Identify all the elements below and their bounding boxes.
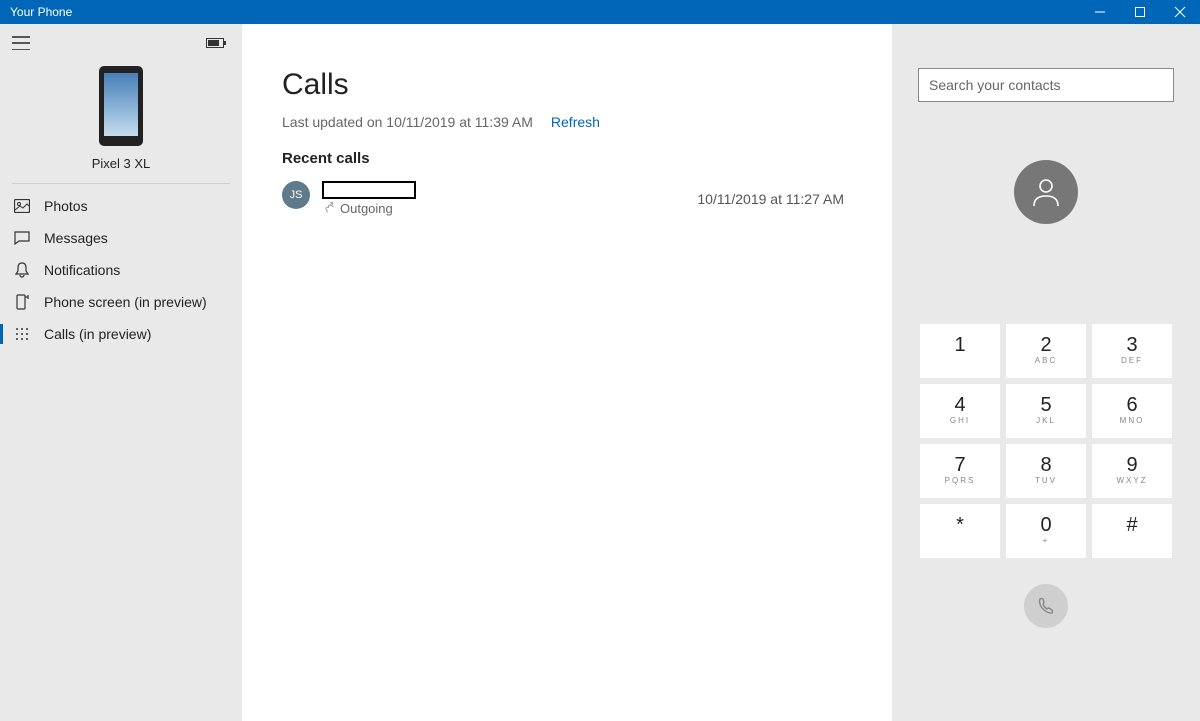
key-5[interactable]: 5JKL — [1006, 384, 1086, 438]
sidebar-item-messages[interactable]: Messages — [0, 222, 242, 254]
key-3[interactable]: 3DEF — [1092, 324, 1172, 378]
caller-avatar: JS — [282, 181, 310, 209]
contact-placeholder-avatar — [1014, 160, 1078, 224]
key-8[interactable]: 8TUV — [1006, 444, 1086, 498]
sidebar-item-phone-screen[interactable]: Phone screen (in preview) — [0, 286, 242, 318]
bell-icon — [14, 262, 30, 278]
sidebar-top — [0, 32, 242, 54]
sidebar-item-label: Calls (in preview) — [44, 326, 151, 342]
minimize-button[interactable] — [1080, 0, 1120, 24]
call-direction-label: Outgoing — [340, 201, 393, 216]
phone-icon — [1036, 596, 1056, 616]
key-6[interactable]: 6MNO — [1092, 384, 1172, 438]
maximize-button[interactable] — [1120, 0, 1160, 24]
phone-screen-icon — [14, 294, 30, 310]
device-name: Pixel 3 XL — [92, 156, 151, 171]
key-7[interactable]: 7PQRS — [920, 444, 1000, 498]
sidebar-item-calls[interactable]: Calls (in preview) — [0, 318, 242, 350]
key-star[interactable]: * — [920, 504, 1000, 558]
dial-button[interactable] — [1024, 584, 1068, 628]
battery-icon — [206, 38, 226, 48]
contacts-search-input[interactable] — [918, 68, 1174, 102]
photos-icon — [14, 198, 30, 214]
app-body: Pixel 3 XL Photos Messages Notifications — [0, 24, 1200, 721]
person-icon — [1028, 174, 1064, 210]
key-0[interactable]: 0+ — [1006, 504, 1086, 558]
call-timestamp: 10/11/2019 at 11:27 AM — [697, 191, 852, 207]
main-content: Calls Last updated on 10/11/2019 at 11:3… — [242, 24, 892, 721]
updated-row: Last updated on 10/11/2019 at 11:39 AM R… — [282, 114, 852, 130]
key-hash[interactable]: # — [1092, 504, 1172, 558]
app-title: Your Phone — [10, 5, 72, 19]
window-controls — [1080, 0, 1200, 24]
call-direction: Outgoing — [322, 201, 416, 216]
sidebar: Pixel 3 XL Photos Messages Notifications — [0, 24, 242, 721]
caller-name-redacted — [322, 181, 416, 199]
sidebar-item-label: Notifications — [44, 262, 120, 278]
phone-illustration — [99, 66, 143, 146]
hamburger-icon[interactable] — [12, 36, 30, 50]
refresh-link[interactable]: Refresh — [551, 114, 600, 130]
titlebar: Your Phone — [0, 0, 1200, 24]
sidebar-item-photos[interactable]: Photos — [0, 190, 242, 222]
messages-icon — [14, 230, 30, 246]
dialpad-icon — [14, 326, 30, 342]
last-updated-text: Last updated on 10/11/2019 at 11:39 AM — [282, 114, 533, 130]
key-2[interactable]: 2ABC — [1006, 324, 1086, 378]
call-details: Outgoing — [322, 181, 416, 216]
key-4[interactable]: 4GHI — [920, 384, 1000, 438]
close-button[interactable] — [1160, 0, 1200, 24]
device-block: Pixel 3 XL — [12, 54, 230, 184]
sidebar-item-label: Phone screen (in preview) — [44, 294, 207, 310]
recent-calls-heading: Recent calls — [282, 150, 852, 167]
dialer-keypad: 1 2ABC 3DEF 4GHI 5JKL 6MNO 7PQRS 8TUV 9W… — [920, 324, 1172, 558]
sidebar-item-label: Messages — [44, 230, 108, 246]
key-1[interactable]: 1 — [920, 324, 1000, 378]
key-9[interactable]: 9WXYZ — [1092, 444, 1172, 498]
sidebar-item-label: Photos — [44, 198, 88, 214]
outgoing-icon — [322, 201, 334, 216]
sidebar-item-notifications[interactable]: Notifications — [0, 254, 242, 286]
dialer-pane: 1 2ABC 3DEF 4GHI 5JKL 6MNO 7PQRS 8TUV 9W… — [892, 24, 1200, 721]
sidebar-nav: Photos Messages Notifications Phone scre… — [0, 190, 242, 350]
page-title: Calls — [282, 68, 852, 102]
call-row[interactable]: JS Outgoing 10/11/2019 at 11:27 AM — [282, 179, 852, 218]
